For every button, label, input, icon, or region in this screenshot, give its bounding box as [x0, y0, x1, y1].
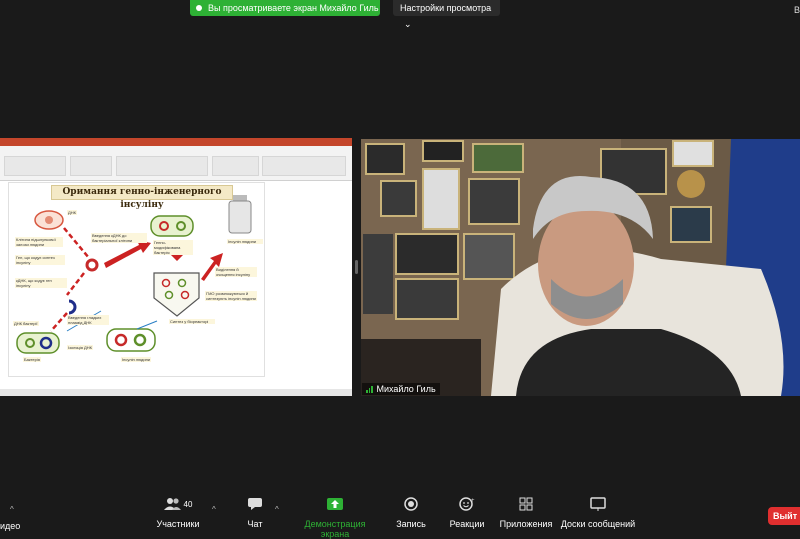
slide-label: Ген, що кодує синтез інсуліну [15, 255, 65, 265]
chat-icon [248, 498, 262, 510]
whiteboards-button[interactable]: Доски сообщений [558, 492, 638, 529]
slide-label: Синтез у біореакторі [169, 319, 215, 324]
participant-name: Михайло Гиль [376, 384, 436, 394]
ribbon-group [262, 156, 346, 176]
leave-button[interactable]: Выйт [768, 507, 800, 525]
shared-screen-panel: Оримання генно-інженерного інсуліну ДНК … [0, 138, 352, 396]
slide-label: Виділення й очищення інсуліну [215, 267, 257, 277]
ppt-status-bar [0, 389, 352, 396]
cell-nucleus-shape [45, 216, 53, 224]
slide-canvas: Оримання генно-інженерного інсуліну ДНК … [8, 182, 265, 377]
participants-button[interactable]: 40 Участники [148, 492, 208, 529]
share-banner-text: Вы просматриваете экран Михайло Гиль [208, 3, 379, 13]
bacterium-shape [106, 328, 156, 352]
whiteboards-label: Доски сообщений [560, 519, 636, 529]
ppt-title-bar [0, 138, 352, 146]
dashed-arrow-shape [66, 272, 85, 296]
chat-caret[interactable]: ^ [275, 505, 279, 514]
slide-label: ГМО розмножуються й синтезують інсулін л… [205, 291, 257, 301]
apps-label: Приложения [499, 519, 553, 529]
participants-label: Участники [156, 519, 200, 529]
reactions-label: Реакции [449, 519, 485, 529]
slide-label: Введення кДНК до бактеріальної клітини [91, 233, 147, 243]
slide-label: Введення гладких плазмід ДНК [67, 315, 109, 325]
participants-caret[interactable]: ^ [212, 505, 216, 514]
slide-label: Генно-модифікована бактерія [153, 240, 193, 255]
bacterium-shape [150, 215, 194, 237]
slide-label: кДНК, що кодує ген інсуліну [15, 278, 67, 288]
whiteboard-icon [590, 497, 606, 511]
signal-strength-icon [366, 385, 373, 393]
split-resize-handle[interactable] [355, 260, 358, 274]
top-right-partial-text: В [793, 5, 800, 15]
view-options-label: Настройки просмотра [400, 3, 492, 13]
ribbon-group [212, 156, 259, 176]
share-screen-label: Демонстрация экрана [304, 519, 366, 539]
open-plasmid-shape [68, 299, 77, 315]
connector-line-shape [136, 320, 158, 330]
slide-label: ДНК [67, 210, 77, 215]
apps-icon [519, 497, 533, 511]
ribbon-group [70, 156, 112, 176]
bacterium-shape [16, 332, 60, 354]
apps-button[interactable]: Приложения [496, 492, 556, 529]
slide-label: Клітина підшлункової залози людини [15, 237, 63, 247]
slide-label: Інсулін людини [121, 357, 152, 362]
plasmid-ring-shape [85, 258, 99, 272]
ribbon-group [4, 156, 66, 176]
participants-count: 40 [183, 499, 193, 509]
bioreactor-shape [153, 272, 200, 317]
slide-label: ДНК бактерії [13, 321, 39, 326]
share-screen-icon [327, 498, 343, 510]
vial-shape [228, 200, 252, 234]
record-label: Запись [396, 519, 426, 529]
screen-share-banner[interactable]: Вы просматриваете экран Михайло Гиль [190, 0, 380, 16]
share-screen-button[interactable]: Демонстрация экрана [290, 492, 380, 539]
dashed-arrow-shape [50, 312, 68, 332]
slide-label: Ізоляція ДНК [67, 345, 93, 350]
slide-label: Бактерія [23, 357, 41, 362]
vial-cap-shape [233, 195, 247, 201]
red-arrow-shape [104, 240, 151, 268]
slide-label: Інсулін людини [227, 239, 263, 244]
record-icon [404, 497, 418, 511]
view-options-button[interactable]: Настройки просмотра ⌄ [393, 0, 500, 29]
reactions-button[interactable]: + Реакции [437, 492, 497, 529]
chat-label: Чат [247, 519, 263, 529]
participants-icon [163, 498, 181, 510]
svg-text:+: + [471, 498, 475, 504]
ppt-ribbon [0, 146, 352, 181]
ribbon-group [116, 156, 208, 176]
participant-video-frame [361, 139, 800, 396]
dashed-arrow-shape [63, 227, 90, 259]
record-button[interactable]: Запись [381, 492, 441, 529]
top-bar: Вы просматриваете экран Михайло Гиль Нас… [0, 0, 800, 29]
meeting-toolbar: 40 Участники ^ Чат ^ Демонстрация экрана… [0, 492, 800, 539]
reactions-icon: + [459, 497, 475, 511]
participant-video-tile[interactable]: Михайло Гиль [361, 139, 800, 396]
chevron-down-icon: ⌄ [404, 19, 412, 29]
participant-name-tag: Михайло Гиль [362, 383, 440, 395]
share-status-icon [196, 5, 202, 11]
